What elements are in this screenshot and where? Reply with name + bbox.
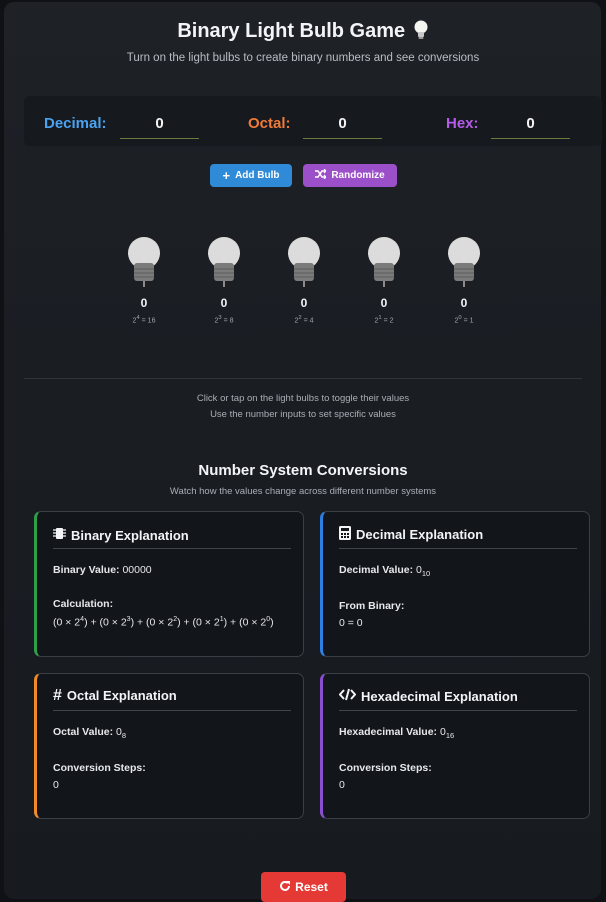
hint-toggle: Click or tap on the light bulbs to toggl… xyxy=(196,393,410,404)
bulb-off-icon xyxy=(288,237,320,287)
bulb-value[interactable]: 0 xyxy=(364,296,404,310)
bulb-power-label: 24 = 16 xyxy=(132,315,156,325)
binary-card-title: Binary Explanation xyxy=(71,527,189,543)
hashtag-icon: # xyxy=(53,686,62,704)
octal-value-line: Octal Value: 08 xyxy=(53,726,127,741)
octal-steps-label: Conversion Steps: xyxy=(53,762,146,774)
page-title: Binary Light Bulb Game xyxy=(0,20,606,46)
conversions-subtitle: Watch how the values change across diffe… xyxy=(169,486,437,497)
light-bulb[interactable] xyxy=(202,236,246,293)
decimal-label: Decimal: xyxy=(44,115,107,132)
hex-steps-label: Conversion Steps: xyxy=(339,762,432,774)
hexadecimal-explanation-card: Hexadecimal Explanation Hexadecimal Valu… xyxy=(320,673,590,819)
binary-explanation-card: Binary Explanation Binary Value: 00000 C… xyxy=(34,511,304,657)
light-bulb[interactable] xyxy=(362,236,406,293)
octal-steps-value: 0 xyxy=(53,779,59,791)
octal-card-title: Octal Explanation xyxy=(66,688,177,703)
bulb-power-label: 21 = 2 xyxy=(374,315,394,325)
divider xyxy=(24,378,582,379)
light-bulb[interactable] xyxy=(442,236,486,293)
from-binary-value: 0 = 0 xyxy=(339,617,363,629)
bulb-off-icon xyxy=(128,237,160,287)
card-divider xyxy=(339,548,577,549)
card-divider xyxy=(53,710,291,711)
decimal-explanation-card: Decimal Explanation Decimal Value: 010 F… xyxy=(320,511,590,657)
hex-steps-value: 0 xyxy=(339,779,345,791)
binary-calculation: (0 × 24) + (0 × 23) + (0 × 22) + (0 × 21… xyxy=(53,616,274,629)
bulb-power-label: 22 = 4 xyxy=(294,315,314,325)
decimal-value-line: Decimal Value: 010 xyxy=(339,564,431,579)
card-divider xyxy=(339,710,577,711)
light-bulb[interactable] xyxy=(122,236,166,293)
bulb-value[interactable]: 0 xyxy=(124,296,164,310)
decimal-input[interactable] xyxy=(120,108,199,139)
hex-label: Hex: xyxy=(446,115,479,132)
randomize-button[interactable]: Randomize xyxy=(303,164,397,187)
reset-button[interactable]: Reset xyxy=(261,872,346,902)
calculation-label: Calculation: xyxy=(53,598,114,610)
redo-icon xyxy=(279,880,291,895)
add-bulb-button[interactable]: + Add Bulb xyxy=(210,164,292,187)
binary-value-line: Binary Value: 00000 xyxy=(53,564,152,576)
light-bulb[interactable] xyxy=(282,236,326,293)
hex-card-title: Hexadecimal Explanation xyxy=(361,688,518,704)
decimal-card-title: Decimal Explanation xyxy=(356,527,484,542)
bulb-off-icon xyxy=(448,237,480,287)
bulb-value[interactable]: 0 xyxy=(444,296,484,310)
bulb-off-icon xyxy=(208,237,240,287)
page-subtitle: Turn on the light bulbs to create binary… xyxy=(126,52,480,64)
bulb-value[interactable]: 0 xyxy=(284,296,324,310)
bulb-power-label: 23 = 8 xyxy=(214,315,234,325)
hex-input[interactable] xyxy=(491,108,570,139)
calculator-icon xyxy=(339,526,351,543)
octal-input[interactable] xyxy=(303,108,382,139)
lightbulb-icon xyxy=(413,20,429,46)
shuffle-icon xyxy=(315,168,328,182)
bulb-power-label: 20 = 1 xyxy=(454,315,474,325)
octal-label: Octal: xyxy=(248,115,291,132)
hint-inputs: Use the number inputs to set specific va… xyxy=(210,409,396,420)
code-icon xyxy=(338,688,357,704)
bulb-value[interactable]: 0 xyxy=(204,296,244,310)
bulb-off-icon xyxy=(368,237,400,287)
card-divider xyxy=(53,548,291,549)
octal-explanation-card: # Octal Explanation Octal Value: 08 Conv… xyxy=(34,673,304,819)
from-binary-label: From Binary: xyxy=(339,600,405,612)
conversions-title: Number System Conversions xyxy=(198,462,408,479)
microchip-icon xyxy=(53,526,66,544)
hex-value-line: Hexadecimal Value: 016 xyxy=(339,726,455,741)
plus-icon: + xyxy=(222,167,231,183)
